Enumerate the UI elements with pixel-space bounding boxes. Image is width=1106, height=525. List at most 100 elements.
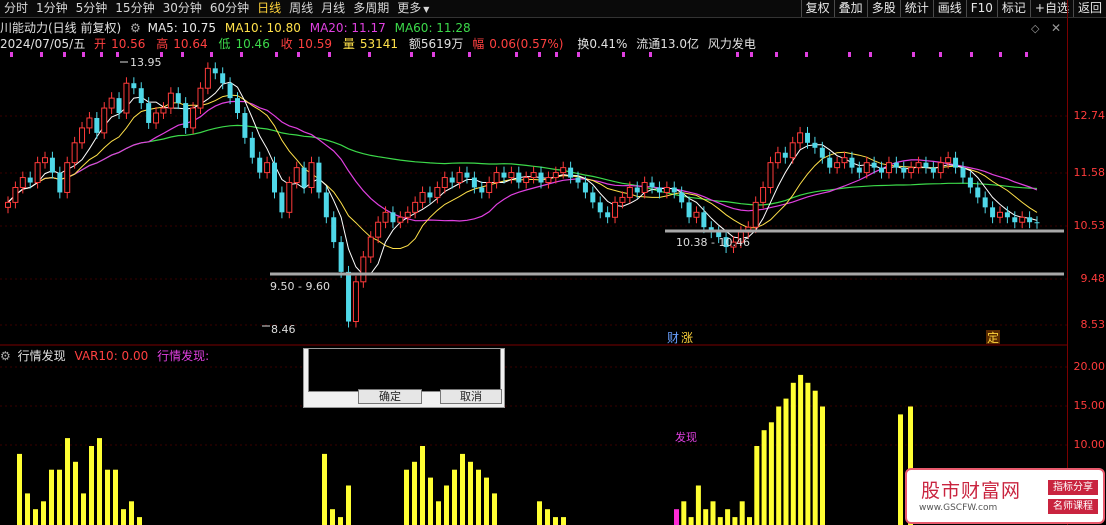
top-marker bbox=[622, 52, 625, 57]
ylabel-vol-2: 15.00 bbox=[1073, 399, 1106, 412]
candle-body bbox=[582, 182, 588, 193]
candle-body bbox=[597, 202, 603, 213]
volume-bar bbox=[710, 501, 716, 525]
candle-body bbox=[293, 167, 300, 184]
candle-body bbox=[805, 132, 811, 143]
volume-bar bbox=[476, 469, 481, 525]
top-marker bbox=[577, 52, 580, 57]
volume-bar bbox=[776, 406, 782, 525]
indicator-title-row: ⚙ 行情发现 VAR10: 0.00 行情发现: bbox=[0, 347, 214, 364]
candle-body bbox=[967, 177, 973, 188]
var10-value: VAR10: 0.00 bbox=[74, 349, 149, 363]
candle-body bbox=[516, 172, 522, 183]
candle-body bbox=[693, 211, 700, 218]
volume-bar bbox=[761, 430, 767, 525]
top-marker bbox=[750, 52, 753, 57]
candle-body bbox=[863, 162, 870, 174]
volume-bar bbox=[25, 493, 30, 525]
volume-bar bbox=[703, 509, 709, 525]
candle-body bbox=[538, 172, 544, 183]
candle-body bbox=[834, 162, 841, 169]
candle-body bbox=[301, 167, 307, 188]
bottom-label: 8.46 bbox=[271, 323, 296, 336]
volume-bar bbox=[484, 477, 489, 525]
volume-bar bbox=[436, 501, 441, 525]
candle-body bbox=[1004, 212, 1010, 218]
logo-tag-course: 名师课程 bbox=[1048, 499, 1098, 514]
candle-body bbox=[183, 103, 189, 128]
candle-body bbox=[34, 162, 41, 184]
event-cai-label: 财 bbox=[667, 331, 679, 345]
candle-body bbox=[819, 147, 825, 158]
volume-bar bbox=[137, 517, 142, 525]
volume-bar bbox=[695, 485, 701, 525]
support1-label: 9.50 - 9.60 bbox=[270, 280, 330, 293]
candle-body bbox=[220, 73, 226, 84]
volume-bar bbox=[561, 517, 566, 525]
candle-body bbox=[760, 186, 767, 203]
indicator-settings-icon[interactable]: ⚙ bbox=[0, 349, 11, 363]
candle-body bbox=[849, 157, 855, 168]
candle-body bbox=[812, 142, 818, 148]
candle-body bbox=[501, 172, 507, 178]
top-marker bbox=[210, 52, 213, 57]
candle-body bbox=[782, 152, 788, 158]
top-marker bbox=[805, 52, 808, 57]
ylabel-price-3: 10.53 bbox=[1073, 219, 1106, 232]
volume-bar bbox=[553, 517, 558, 525]
logo-title: 股市财富网 bbox=[921, 480, 1022, 502]
candle-body bbox=[272, 162, 278, 193]
volume-bar bbox=[681, 501, 687, 525]
candle-body bbox=[308, 162, 315, 188]
event-ding-label: 定 bbox=[987, 330, 999, 345]
candle-body bbox=[1034, 222, 1040, 224]
top-marker bbox=[181, 52, 184, 57]
volume-bar bbox=[798, 374, 804, 525]
candle-body bbox=[449, 177, 455, 183]
ylabel-price-2: 11.58 bbox=[1073, 166, 1106, 179]
indicator-title: 行情发现 bbox=[17, 349, 66, 363]
candle-body bbox=[486, 182, 493, 193]
candle-body bbox=[879, 167, 885, 173]
price-gridlines bbox=[0, 115, 1067, 446]
candle-body bbox=[367, 236, 374, 258]
candle-body bbox=[286, 182, 293, 213]
candle-body bbox=[175, 93, 181, 104]
candle-body bbox=[605, 212, 611, 218]
ma60-line bbox=[7, 124, 1038, 206]
top-marker bbox=[848, 52, 851, 57]
ylabel-vol-1: 20.00 bbox=[1073, 360, 1106, 373]
candle-body bbox=[419, 191, 426, 203]
candle-body bbox=[975, 187, 981, 198]
candle-body bbox=[841, 157, 848, 164]
candle-body bbox=[12, 186, 19, 203]
volume-bar bbox=[428, 477, 433, 525]
candle-body bbox=[71, 142, 78, 164]
candle-body bbox=[412, 201, 419, 213]
top-marker bbox=[432, 52, 435, 57]
top-marker bbox=[1025, 52, 1028, 57]
dialog-cancel-button[interactable]: 取消 bbox=[440, 389, 502, 404]
candle-body bbox=[575, 177, 581, 183]
candle-body bbox=[146, 103, 152, 123]
top-marker bbox=[912, 52, 915, 57]
dialog-ok-button[interactable]: 确定 bbox=[358, 389, 422, 404]
kline-chart[interactable]: 13.95 9.50 - 9.60 8.46 10.38 - 10.46 财 涨… bbox=[0, 0, 1067, 525]
candle-body bbox=[545, 177, 552, 184]
peak-label: 13.95 bbox=[130, 56, 162, 69]
candle-body bbox=[316, 162, 322, 193]
volume-bar bbox=[444, 485, 449, 525]
candle-body bbox=[464, 172, 470, 178]
volume-bar bbox=[81, 493, 86, 525]
candle-body bbox=[767, 162, 774, 188]
volume-bar bbox=[49, 469, 54, 525]
candle-body bbox=[915, 162, 922, 169]
volume-bar bbox=[404, 469, 409, 525]
candle-body bbox=[42, 157, 49, 164]
candle-body bbox=[94, 117, 100, 133]
candle-body bbox=[523, 177, 530, 184]
candle-body bbox=[945, 157, 952, 164]
candle-body bbox=[871, 162, 877, 168]
volume-bar bbox=[452, 469, 457, 525]
candle-body bbox=[123, 82, 130, 114]
